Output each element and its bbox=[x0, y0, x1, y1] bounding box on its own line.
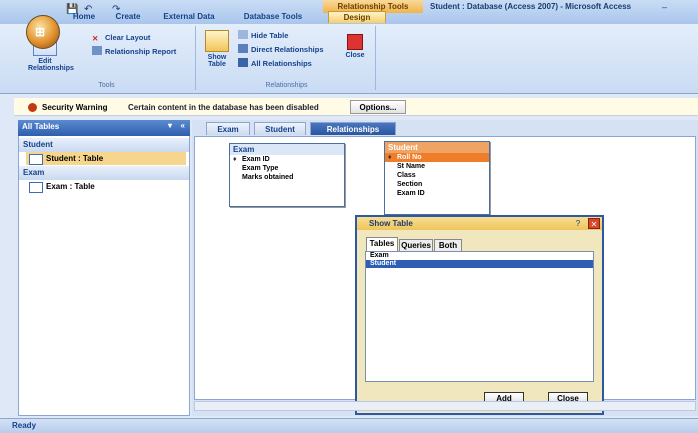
student-field-exam-id[interactable]: Exam ID bbox=[385, 189, 489, 198]
relationships-group-label: Relationships bbox=[265, 82, 308, 89]
list-item-exam[interactable]: Exam bbox=[366, 252, 593, 260]
doc-tab-student[interactable]: Student bbox=[254, 122, 306, 135]
close-button[interactable]: Close bbox=[338, 32, 372, 80]
exam-field-marks[interactable]: Marks obtained bbox=[230, 173, 344, 182]
nav-item-student-table[interactable]: Student : Table bbox=[26, 152, 186, 165]
hide-table-button[interactable]: Hide Table bbox=[238, 30, 288, 42]
dialog-table-list[interactable]: Exam Student bbox=[365, 251, 594, 382]
dialog-tab-queries[interactable]: Queries bbox=[399, 239, 433, 251]
collapse-icon[interactable]: « bbox=[181, 121, 185, 130]
dialog-tab-tables[interactable]: Tables bbox=[366, 237, 398, 251]
report-icon bbox=[92, 46, 102, 55]
show-table-icon bbox=[205, 30, 229, 52]
direct-relationships-button[interactable]: Direct Relationships bbox=[238, 44, 324, 56]
direct-relationships-icon bbox=[238, 44, 248, 53]
nav-group-student[interactable]: Student bbox=[19, 138, 189, 152]
nav-pane-title: All Tables bbox=[22, 122, 60, 131]
tab-create[interactable]: Create bbox=[108, 11, 148, 23]
nav-group-label: Student bbox=[23, 140, 53, 149]
tab-home[interactable]: Home bbox=[64, 11, 104, 23]
close-icon bbox=[347, 34, 363, 50]
student-field-class[interactable]: Class bbox=[385, 171, 489, 180]
window-controls[interactable]: – bbox=[662, 2, 696, 12]
relationship-report-button[interactable]: Relationship Report bbox=[92, 46, 176, 58]
nav-item-label: Student : Table bbox=[46, 154, 104, 163]
exam-field-exam-type[interactable]: Exam Type bbox=[230, 164, 344, 173]
nav-item-label: Exam : Table bbox=[46, 182, 95, 191]
hide-table-label: Hide Table bbox=[251, 31, 289, 40]
security-warning-title: Security Warning bbox=[42, 103, 108, 112]
nav-pane-header[interactable]: All Tables ▾ « bbox=[18, 120, 190, 136]
clear-layout-icon: ✕ bbox=[92, 34, 99, 43]
office-button[interactable]: ⊞ bbox=[26, 15, 60, 49]
help-icon[interactable]: ? bbox=[572, 218, 584, 229]
doc-tab-relationships[interactable]: Relationships bbox=[310, 122, 396, 135]
hide-table-icon bbox=[238, 30, 248, 39]
options-button[interactable]: Options... bbox=[350, 100, 406, 114]
student-field-roll-no[interactable]: Roll No bbox=[385, 153, 489, 162]
dialog-close-icon[interactable]: ✕ bbox=[588, 218, 600, 229]
tools-group-label: Tools bbox=[98, 82, 115, 89]
nav-item-exam-table[interactable]: Exam : Table bbox=[26, 180, 186, 193]
exam-field-exam-id[interactable]: Exam ID bbox=[230, 155, 344, 164]
horizontal-scrollbar[interactable] bbox=[194, 401, 696, 411]
student-field-section[interactable]: Section bbox=[385, 180, 489, 189]
dialog-title: Show Table bbox=[357, 217, 602, 230]
nav-group-label: Exam bbox=[23, 168, 45, 177]
exam-table-title: Exam bbox=[230, 144, 344, 155]
student-field-st-name[interactable]: St Name bbox=[385, 162, 489, 171]
office-logo-icon: ⊞ bbox=[35, 25, 46, 39]
all-relationships-button[interactable]: All Relationships bbox=[238, 58, 312, 70]
student-table-box[interactable]: Student Roll No St Name Class Section Ex… bbox=[384, 141, 490, 215]
status-bar: Ready bbox=[0, 418, 698, 433]
exam-table-box[interactable]: Exam Exam ID Exam Type Marks obtained bbox=[229, 143, 345, 207]
list-item-student[interactable]: Student bbox=[366, 260, 593, 268]
doc-tab-exam[interactable]: Exam bbox=[206, 122, 250, 135]
all-relationships-label: All Relationships bbox=[251, 59, 312, 68]
relationship-report-label: Relationship Report bbox=[105, 47, 177, 56]
student-table-title: Student bbox=[385, 142, 489, 153]
table-icon bbox=[29, 182, 43, 193]
close-label: Close bbox=[345, 52, 365, 59]
window-title: Student : Database (Access 2007) - Micro… bbox=[430, 2, 632, 11]
all-relationships-icon bbox=[238, 58, 248, 67]
direct-relationships-label: Direct Relationships bbox=[251, 45, 324, 54]
show-table-label: Show Table bbox=[207, 54, 227, 68]
clear-layout-button[interactable]: ✕ Clear Layout bbox=[92, 32, 150, 44]
tab-database-tools[interactable]: Database Tools bbox=[234, 11, 312, 23]
clear-layout-label: Clear Layout bbox=[105, 33, 151, 42]
tab-external-data[interactable]: External Data bbox=[154, 11, 224, 23]
security-warning-message: Certain content in the database has been… bbox=[128, 103, 319, 112]
nav-group-exam[interactable]: Exam bbox=[19, 166, 189, 180]
shield-icon bbox=[28, 103, 37, 112]
show-table-button[interactable]: Show Table bbox=[200, 28, 234, 76]
dialog-tab-both[interactable]: Both bbox=[434, 239, 462, 251]
chevron-down-icon[interactable]: ▾ bbox=[168, 121, 172, 130]
tab-design[interactable]: Design bbox=[328, 11, 386, 23]
table-icon bbox=[29, 154, 43, 165]
